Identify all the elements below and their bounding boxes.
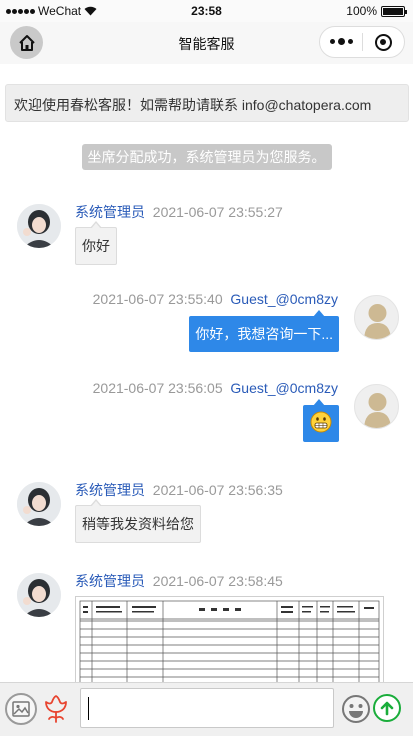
message-meta: 2021-06-07 23:56:05 Guest_@0cm8zy bbox=[93, 380, 338, 396]
text-caret bbox=[88, 697, 89, 720]
flower-icon bbox=[45, 695, 67, 723]
message-bubble[interactable]: 你好 bbox=[75, 221, 117, 265]
battery-icon bbox=[381, 5, 407, 17]
message-meta: 系统管理员 2021-06-07 23:56:35 bbox=[75, 480, 283, 500]
close-miniapp-icon bbox=[374, 33, 392, 51]
message-time: 2021-06-07 23:56:35 bbox=[152, 482, 283, 498]
sender-name: 系统管理员 bbox=[75, 482, 145, 498]
image-upload-button[interactable] bbox=[5, 693, 37, 725]
sender-name: Guest_@0cm8zy bbox=[230, 380, 338, 396]
sender-name: Guest_@0cm8zy bbox=[230, 291, 338, 307]
system-tip-text: 坐席分配成功，系统管理员为您服务。 bbox=[81, 144, 332, 170]
input-toolbar bbox=[0, 682, 413, 736]
close-miniapp-button[interactable] bbox=[363, 33, 404, 51]
sender-name: 系统管理员 bbox=[75, 204, 145, 220]
message-input[interactable] bbox=[80, 688, 334, 728]
nav-bar: 智能客服 bbox=[0, 22, 413, 64]
guest-avatar[interactable] bbox=[354, 384, 399, 429]
message-time: 2021-06-07 23:56:05 bbox=[92, 380, 223, 396]
emoji-button[interactable] bbox=[341, 694, 371, 724]
guest-avatar[interactable] bbox=[354, 295, 399, 340]
message-bubble[interactable] bbox=[303, 399, 339, 442]
send-arrow-icon bbox=[380, 701, 394, 716]
welcome-notice: 欢迎使用春松客服！如需帮助请联系 info@chatopera.com bbox=[5, 84, 409, 122]
grinning-face-emoji bbox=[310, 411, 332, 433]
message-meta: 2021-06-07 23:55:40 Guest_@0cm8zy bbox=[93, 291, 338, 307]
sender-name: 系统管理员 bbox=[75, 573, 145, 589]
agent-avatar[interactable] bbox=[17, 573, 61, 617]
message-bubble[interactable]: 你好，我想咨询一下... bbox=[189, 310, 339, 352]
battery-group: 100% bbox=[346, 4, 407, 18]
message-time: 2021-06-07 23:58:45 bbox=[152, 573, 283, 589]
message-bubble[interactable]: 稍等我发资料给您 bbox=[75, 499, 201, 543]
agent-avatar[interactable] bbox=[17, 482, 61, 526]
more-dots-icon[interactable] bbox=[320, 38, 362, 45]
message-meta: 系统管理员 2021-06-07 23:55:27 bbox=[75, 202, 283, 222]
emoji-face-icon bbox=[342, 695, 370, 723]
flower-button[interactable] bbox=[40, 692, 72, 726]
message-time: 2021-06-07 23:55:40 bbox=[92, 291, 223, 307]
send-button[interactable] bbox=[373, 694, 401, 722]
miniapp-capsule bbox=[319, 26, 405, 58]
agent-avatar[interactable] bbox=[17, 204, 61, 248]
message-meta: 系统管理员 2021-06-07 23:58:45 bbox=[75, 571, 283, 591]
document-table-image[interactable] bbox=[75, 596, 384, 686]
battery-percent: 100% bbox=[346, 4, 377, 18]
message-time: 2021-06-07 23:55:27 bbox=[152, 204, 283, 220]
image-upload-icon bbox=[12, 701, 30, 717]
status-bar: WeChat 23:58 100% bbox=[0, 0, 413, 22]
system-tip: 坐席分配成功，系统管理员为您服务。 bbox=[0, 144, 413, 170]
